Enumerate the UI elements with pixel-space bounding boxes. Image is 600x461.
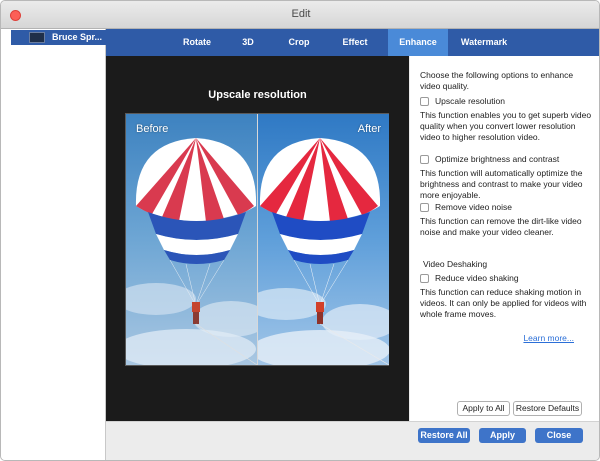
brightness-description: This function will automatically optimiz… — [420, 168, 583, 200]
brightness-label: Optimize brightness and contrast — [435, 154, 560, 164]
upscale-description: This function enables you to get superb … — [420, 110, 592, 142]
noise-description: This function can remove the dirt-like v… — [420, 216, 582, 237]
enhance-options-panel: Choose the following options to enhance … — [410, 56, 599, 421]
tab-crop[interactable]: Crop — [276, 29, 322, 56]
upscale-option[interactable]: Upscale resolution — [420, 95, 505, 107]
close-button[interactable]: Close — [535, 428, 583, 443]
upscale-checkbox[interactable] — [420, 96, 429, 106]
tab-enhance[interactable]: Enhance — [388, 29, 448, 56]
edit-tab-bar: Rotate 3D Crop Effect Enhance Watermark — [106, 29, 599, 56]
before-pane: Before — [126, 114, 257, 365]
deshake-heading: Video Deshaking — [423, 259, 488, 269]
after-pane: After — [258, 114, 389, 365]
options-intro: Choose the following options to enhance … — [420, 70, 574, 91]
file-sidebar: Bruce Spr... — [1, 29, 106, 460]
title-bar: Edit — [1, 1, 599, 29]
restore-defaults-button[interactable]: Restore Defaults — [513, 401, 582, 416]
before-after-comparison: Before After — [125, 113, 389, 366]
before-label: Before — [136, 123, 169, 135]
noise-checkbox[interactable] — [420, 202, 429, 212]
shake-label: Reduce video shaking — [435, 273, 519, 283]
restore-all-button[interactable]: Restore All — [418, 428, 470, 443]
shake-option[interactable]: Reduce video shaking — [420, 272, 519, 284]
shake-checkbox[interactable] — [420, 273, 429, 283]
tab-rotate[interactable]: Rotate — [170, 29, 224, 56]
shake-description: This function can reduce shaking motion … — [420, 287, 587, 319]
tab-effect[interactable]: Effect — [329, 29, 381, 56]
preview-panel: Upscale resolution Before After — [106, 56, 409, 421]
after-label: After — [357, 123, 381, 135]
brightness-checkbox[interactable] — [420, 154, 429, 164]
file-list-item[interactable]: Bruce Spr... — [11, 30, 106, 45]
window-title: Edit — [291, 8, 311, 20]
apply-button[interactable]: Apply — [479, 428, 526, 443]
parachute-after-image — [258, 114, 389, 365]
noise-option[interactable]: Remove video noise — [420, 201, 512, 213]
tab-watermark[interactable]: Watermark — [452, 29, 516, 56]
learn-more-link[interactable]: Learn more... — [523, 333, 574, 343]
video-thumbnail-icon — [29, 32, 45, 43]
preview-title: Upscale resolution — [208, 89, 307, 101]
edit-window: Edit Bruce Spr... Rotate 3D Crop Effect … — [0, 0, 600, 461]
brightness-option[interactable]: Optimize brightness and contrast — [420, 153, 559, 165]
tab-3d[interactable]: 3D — [227, 29, 269, 56]
upscale-label: Upscale resolution — [435, 96, 505, 106]
noise-label: Remove video noise — [435, 202, 513, 212]
apply-to-all-button[interactable]: Apply to All — [457, 401, 510, 416]
parachute-before-image — [126, 114, 257, 365]
bottom-action-bar: Restore All Apply Close — [106, 421, 599, 460]
file-name: Bruce Spr... — [52, 32, 103, 42]
